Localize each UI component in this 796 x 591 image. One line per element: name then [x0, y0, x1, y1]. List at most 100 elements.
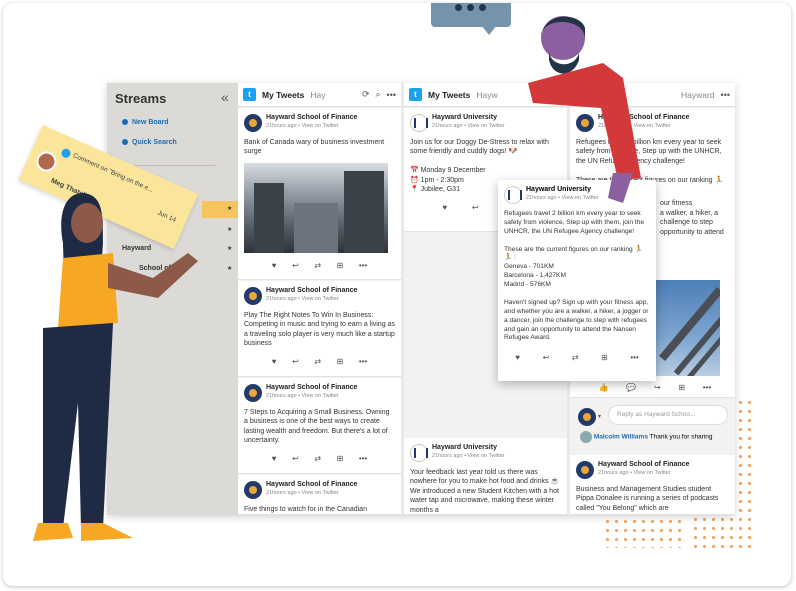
- tweet-card[interactable]: Hayward School of Finance 21hours ago • …: [238, 378, 401, 474]
- like-icon[interactable]: ♥: [272, 261, 277, 270]
- tweet-image[interactable]: [244, 162, 388, 253]
- twitter-icon: t: [409, 88, 422, 101]
- avatar: [410, 114, 428, 132]
- tweet-actions: ♥ ↩ ⇄ ⊞ •••: [244, 349, 395, 372]
- author-name: Hayward University: [432, 444, 497, 451]
- chevron-down-icon[interactable]: ▾: [598, 413, 601, 420]
- author-name: Hayward School of Finance: [266, 287, 358, 294]
- like-icon[interactable]: 👍: [599, 383, 609, 392]
- plus-icon: [122, 119, 128, 126]
- twitter-icon: t: [243, 88, 256, 101]
- avatar: [244, 114, 262, 132]
- tweet-actions: ♥ ↩ ⇄ ⊞ •••: [244, 253, 395, 276]
- more-icon[interactable]: •••: [359, 261, 367, 270]
- more-icon[interactable]: •••: [703, 383, 711, 392]
- collapse-icon[interactable]: «: [221, 89, 229, 105]
- retweet-icon[interactable]: ⇄: [314, 261, 321, 270]
- tweet-actions: ♥ ↩ ⇄ ⊞ •••: [244, 446, 395, 469]
- star-icon[interactable]: ★: [227, 265, 232, 272]
- comment: Malcolm Williams Thank you for sharing: [580, 431, 713, 443]
- timestamp: 21hours ago • View on Twitter: [432, 123, 505, 129]
- reply-icon[interactable]: ↩: [292, 261, 299, 270]
- author-name: Hayward University: [432, 114, 497, 121]
- like-icon[interactable]: ♥: [442, 203, 447, 212]
- comment-text: Thank you for sharing: [649, 433, 713, 441]
- column-subtitle: Hay: [310, 89, 326, 100]
- new-board-link[interactable]: New Board: [122, 119, 169, 126]
- post-image[interactable]: [656, 280, 720, 376]
- comment-icon[interactable]: 💬: [626, 383, 636, 392]
- dragged-tweet-card[interactable]: Hayward University 21hours ago • View on…: [498, 180, 656, 381]
- post-text-partial: our fitness a walker, a hiker, a challen…: [660, 200, 724, 236]
- post-actions: 👍 💬 ↪ ⊞ •••: [590, 383, 720, 392]
- person-illustration: [528, 16, 641, 203]
- retweet-icon[interactable]: ⇄: [314, 454, 321, 463]
- retweet-icon[interactable]: ⇄: [572, 353, 579, 362]
- comment-author[interactable]: Malcolm Williams: [594, 434, 648, 441]
- quick-search-link[interactable]: Quick Search: [122, 139, 177, 146]
- timestamp: 21hours ago • View on Twitter: [432, 453, 505, 459]
- reply-input[interactable]: Reply as Hayward Schoo...: [608, 405, 728, 425]
- person-illustration: [33, 193, 198, 541]
- tweet-card[interactable]: Hayward School of Finance 21hours ago • …: [238, 108, 401, 280]
- more-icon[interactable]: •••: [387, 90, 396, 100]
- timestamp: 21hours ago • View on Twitter: [266, 296, 339, 302]
- star-icon[interactable]: ★: [227, 226, 232, 233]
- tweet-text: Five things to watch for in the Canadian: [244, 506, 367, 513]
- post-text: Business and Management Studies student …: [576, 486, 719, 512]
- twitter-icon: [60, 147, 72, 160]
- share-icon[interactable]: ↪: [654, 383, 661, 392]
- schedule-icon[interactable]: ⊞: [337, 357, 344, 366]
- search-icon[interactable]: ⌕: [376, 89, 381, 100]
- reply-icon[interactable]: ↩: [472, 203, 479, 212]
- more-icon[interactable]: •••: [359, 357, 367, 366]
- like-icon[interactable]: ♥: [272, 454, 277, 463]
- author-name: Hayward School of Finance: [266, 114, 358, 121]
- tweet-text: Refugees travel 2 billion km every year …: [504, 210, 649, 342]
- like-icon[interactable]: ♥: [515, 353, 520, 362]
- avatar: [244, 287, 262, 305]
- avatar: [244, 481, 262, 499]
- refresh-icon[interactable]: ⟳: [362, 89, 370, 100]
- marketing-frame: Streams « New Board Quick Search ★ ★ Hay…: [3, 3, 791, 586]
- speech-bubble-icon: [431, 3, 511, 27]
- schedule-icon[interactable]: ⊞: [678, 383, 685, 392]
- tweet-card[interactable]: Hayward School of Finance 21hours ago • …: [238, 281, 401, 377]
- post-card[interactable]: Hayward School of Finance 21hours ago • …: [570, 455, 735, 515]
- retweet-icon[interactable]: ⇄: [314, 357, 321, 366]
- avatar: [504, 186, 522, 204]
- star-icon[interactable]: ★: [227, 205, 232, 212]
- author-name: Hayward School of Finance: [266, 384, 358, 391]
- column-title: My Tweets: [262, 89, 305, 100]
- tweet-actions: ♥ ↩ ⇄ ⊞ •••: [504, 353, 650, 362]
- column-title: My Tweets: [428, 89, 471, 100]
- timestamp: 21hours ago • View on Twitter: [266, 393, 339, 399]
- reply-icon[interactable]: ↩: [292, 357, 299, 366]
- avatar: [244, 384, 262, 402]
- star-icon[interactable]: ★: [227, 245, 232, 252]
- schedule-icon[interactable]: ⊞: [337, 261, 344, 270]
- timestamp: 21hours ago • View on Twitter: [266, 123, 339, 129]
- timestamp: 21hours ago • View on Twitter: [598, 470, 671, 476]
- author-name: Hayward School of Finance: [598, 461, 690, 468]
- more-icon[interactable]: •••: [630, 353, 638, 362]
- reply-icon[interactable]: ↩: [543, 353, 550, 362]
- avatar: [33, 148, 60, 175]
- avatar: [576, 461, 594, 479]
- stream-column: t My Tweets Hay ⟳ ⌕ ••• Hayward School o…: [238, 83, 401, 515]
- avatar: [578, 408, 596, 426]
- search-icon: [122, 139, 128, 146]
- tweet-text: Bank of Canada wary of business investme…: [244, 139, 385, 156]
- tweet-text: 7 Steps to Acquiring a Small Business. O…: [244, 409, 390, 445]
- tweet-text: Your feedback last year told us there wa…: [410, 469, 560, 514]
- author-name: Hayward School of Finance: [266, 481, 358, 488]
- schedule-icon[interactable]: ⊞: [601, 353, 608, 362]
- reply-icon[interactable]: ↩: [292, 454, 299, 463]
- tweet-card[interactable]: Hayward University 21hours ago • View on…: [404, 438, 567, 515]
- avatar: [410, 444, 428, 462]
- more-icon[interactable]: •••: [359, 454, 367, 463]
- tweet-card[interactable]: Hayward School of Finance 21hours ago • …: [238, 475, 401, 515]
- more-icon[interactable]: •••: [721, 90, 730, 100]
- like-icon[interactable]: ♥: [272, 357, 277, 366]
- schedule-icon[interactable]: ⊞: [337, 454, 344, 463]
